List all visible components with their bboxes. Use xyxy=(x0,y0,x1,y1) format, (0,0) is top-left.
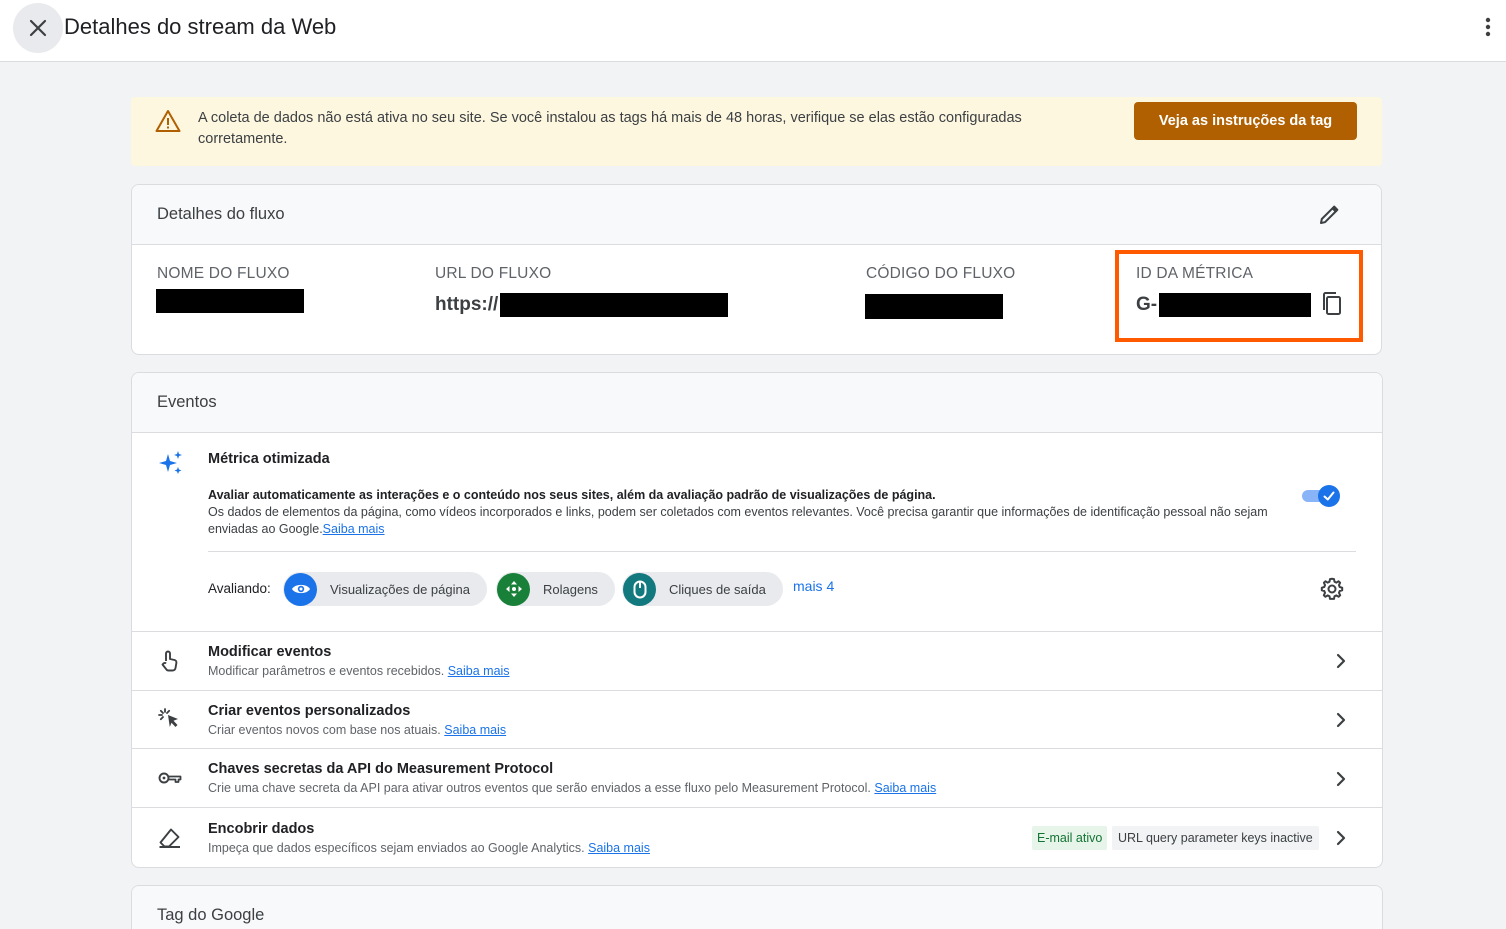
chevron-right-icon[interactable] xyxy=(1334,712,1348,728)
list-item-title: Modificar eventos xyxy=(208,644,332,660)
stream-url-label: URL DO FLUXO xyxy=(435,265,552,282)
stream-details-header: Detalhes do fluxo xyxy=(132,185,1381,245)
list-item-modify-events[interactable]: Modificar eventos Modificar parâmetros e… xyxy=(132,631,1382,691)
redacted-block xyxy=(500,293,729,317)
stream-code-label: CÓDIGO DO FLUXO xyxy=(866,265,1016,282)
list-item-description: Criar eventos novos com base nos atuais.… xyxy=(208,723,506,737)
scroll-arrows-icon xyxy=(505,581,522,597)
desc-text: Impeça que dados específicos sejam envia… xyxy=(208,841,585,855)
list-item-api-secrets[interactable]: Chaves secretas da API do Measurement Pr… xyxy=(132,748,1382,808)
toggle-knob xyxy=(1318,485,1340,507)
warning-banner: A coleta de dados não está ativa no seu … xyxy=(131,97,1382,166)
stream-code-value xyxy=(865,294,1003,319)
chip-page-views[interactable]: Visualizações de página xyxy=(283,572,487,606)
close-button[interactable] xyxy=(13,3,63,53)
close-icon xyxy=(29,19,47,37)
events-header: Eventos xyxy=(132,373,1382,433)
list-item-title: Criar eventos personalizados xyxy=(208,703,411,719)
eye-icon xyxy=(291,584,310,594)
chevron-right-icon[interactable] xyxy=(1334,830,1348,846)
list-item-description: Crie uma chave secreta da API para ativa… xyxy=(208,781,936,795)
redacted-block xyxy=(156,289,304,313)
enhanced-desc-main: Avaliar automaticamente as interações e … xyxy=(208,488,936,502)
list-item-description: Modificar parâmetros e eventos recebidos… xyxy=(208,664,510,678)
stream-details-card: Detalhes do fluxo NOME DO FLUXO URL DO F… xyxy=(131,184,1382,355)
chip-icon-bg xyxy=(623,572,656,606)
redacted-block xyxy=(865,294,1003,319)
desc-text: Crie uma chave secreta da API para ativa… xyxy=(208,781,871,795)
events-title: Eventos xyxy=(157,393,217,411)
key-icon xyxy=(158,772,182,784)
stream-name-label: NOME DO FLUXO xyxy=(157,265,290,282)
warning-icon xyxy=(155,110,181,132)
list-item-title: Encobrir dados xyxy=(208,821,315,837)
google-tag-title: Tag do Google xyxy=(157,906,265,924)
stream-details-title: Detalhes do fluxo xyxy=(157,205,285,223)
stream-url-value: https:// xyxy=(435,293,729,317)
enhanced-measurement-toggle[interactable] xyxy=(1302,485,1342,507)
learn-more-link[interactable]: Saiba mais xyxy=(448,664,510,678)
list-item-title: Chaves secretas da API do Measurement Pr… xyxy=(208,761,554,777)
learn-more-link[interactable]: Saiba mais xyxy=(444,723,506,737)
warning-text: A coleta de dados não está ativa no seu … xyxy=(198,110,1022,147)
chip-icon-bg xyxy=(497,572,530,606)
chip-icon-bg xyxy=(284,572,317,606)
divider xyxy=(208,551,1356,552)
mouse-icon xyxy=(633,580,646,598)
list-item-create-events[interactable]: Criar eventos personalizados Criar event… xyxy=(132,690,1382,749)
eraser-icon xyxy=(159,828,180,848)
list-item-description: Impeça que dados específicos sejam envia… xyxy=(208,841,650,855)
measurement-id-highlight xyxy=(1115,250,1363,342)
top-bar: Detalhes do stream da Web xyxy=(0,0,1506,62)
chip-outbound-clicks[interactable]: Cliques de saída xyxy=(622,572,783,606)
more-vert-icon xyxy=(1485,17,1491,37)
sparkle-icon xyxy=(159,451,182,474)
learn-more-link[interactable]: Saiba mais xyxy=(323,522,385,536)
events-card: Eventos Métrica otimizada Avaliar automa… xyxy=(131,372,1383,868)
measuring-label: Avaliando: xyxy=(208,581,271,596)
more-measurements-link[interactable]: mais 4 xyxy=(793,578,834,594)
gear-icon[interactable] xyxy=(1320,577,1344,601)
chip-scrolls[interactable]: Rolagens xyxy=(496,572,615,606)
status-badge: E-mail ativo xyxy=(1032,826,1108,850)
chip-label: Cliques de saída xyxy=(669,581,766,597)
google-tag-card: Tag do Google xyxy=(131,885,1383,929)
stream-name-value xyxy=(156,289,304,313)
desc-text: Modificar parâmetros e eventos recebidos… xyxy=(208,664,445,678)
chevron-right-icon[interactable] xyxy=(1334,653,1348,669)
edit-pencil-icon[interactable] xyxy=(1317,203,1341,227)
enhanced-measurement-description: Avaliar automaticamente as interações e … xyxy=(208,487,1303,538)
tag-instructions-button[interactable]: Veja as instruções da tag xyxy=(1134,102,1357,140)
more-options-button[interactable] xyxy=(1476,12,1500,42)
click-sparkle-icon xyxy=(158,708,178,727)
list-item-redact-data[interactable]: Encobrir dados Impeça que dados específi… xyxy=(132,807,1382,867)
google-tag-header: Tag do Google xyxy=(132,886,1382,929)
check-icon xyxy=(1323,491,1335,501)
enhanced-measurement-title: Métrica otimizada xyxy=(208,451,330,467)
learn-more-link[interactable]: Saiba mais xyxy=(874,781,936,795)
chip-label: Rolagens xyxy=(543,581,598,597)
touch-hand-icon xyxy=(161,650,178,672)
page-title: Detalhes do stream da Web xyxy=(64,14,337,39)
desc-text: Criar eventos novos com base nos atuais. xyxy=(208,723,441,737)
chevron-right-icon[interactable] xyxy=(1334,771,1348,787)
stream-url-text: https:// xyxy=(435,294,499,315)
learn-more-link[interactable]: Saiba mais xyxy=(588,841,650,855)
chip-label: Visualizações de página xyxy=(330,581,470,597)
status-badge: URL query parameter keys inactive xyxy=(1112,826,1319,850)
